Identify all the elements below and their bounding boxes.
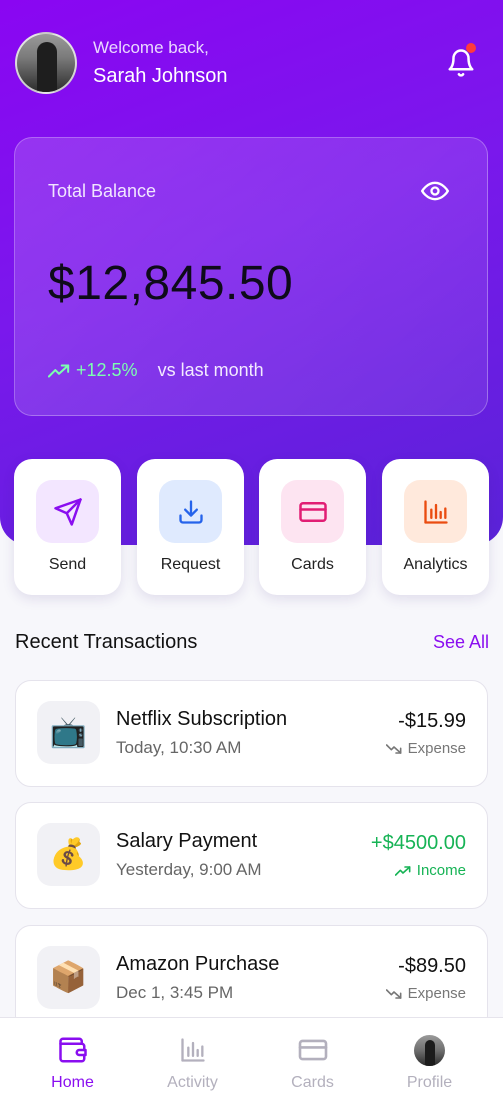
balance-label: Total Balance [48, 181, 157, 201]
eye-icon [421, 181, 449, 201]
send-button[interactable]: Send [14, 459, 121, 595]
header: Welcome back, Sarah Johnson [15, 32, 488, 96]
package-icon: 📦 [37, 946, 100, 1009]
bar-chart-icon [423, 499, 448, 524]
balance-card: Total Balance $12,845.50 +12.5% vs last … [14, 137, 488, 416]
nav-cards-icon-wrap [297, 1035, 329, 1065]
transaction-time: Dec 1, 3:45 PM [116, 983, 234, 1002]
request-button[interactable]: Request [137, 459, 244, 595]
download-icon [178, 499, 203, 524]
nav-home-icon-wrap [57, 1035, 89, 1065]
transaction-type: Expense [385, 740, 466, 757]
transaction-name: Netflix Subscription [116, 708, 288, 730]
user-name: Sarah Johnson [93, 65, 228, 87]
wallet-icon [58, 1037, 87, 1063]
trending-down-icon [385, 988, 402, 999]
nav-activity-label: Activity [167, 1074, 218, 1091]
nav-profile[interactable]: Profile [367, 1018, 492, 1100]
nav-home[interactable]: Home [10, 1018, 135, 1100]
transaction-type: Income [394, 862, 466, 879]
send-icon [53, 497, 82, 526]
nav-profile-icon-wrap [414, 1034, 446, 1066]
welcome-text: Welcome back, [93, 38, 209, 57]
nav-cards-label: Cards [291, 1074, 334, 1091]
balance-change-percent: +12.5% [76, 360, 138, 380]
nav-cards[interactable]: Cards [250, 1018, 375, 1100]
bottom-nav: Home Activity Cards Profile [0, 1017, 503, 1100]
quick-actions: Send Request Cards Analytics [14, 459, 489, 595]
toggle-visibility-button[interactable] [421, 180, 449, 202]
card-icon [298, 1039, 327, 1061]
money-bag-icon: 💰 [37, 823, 100, 886]
transaction-row[interactable]: 📦 Amazon Purchase Dec 1, 3:45 PM -$89.50… [15, 925, 488, 1032]
nav-activity[interactable]: Activity [130, 1018, 255, 1100]
notifications-button[interactable] [444, 43, 478, 80]
transaction-time: Yesterday, 9:00 AM [116, 860, 262, 879]
cards-button[interactable]: Cards [259, 459, 366, 595]
transaction-row[interactable]: 📺 Netflix Subscription Today, 10:30 AM -… [15, 680, 488, 787]
transaction-amount: -$89.50 [398, 955, 466, 977]
transaction-time: Today, 10:30 AM [116, 738, 242, 757]
send-icon-box [36, 480, 99, 543]
transaction-name: Amazon Purchase [116, 953, 280, 975]
transaction-name: Salary Payment [116, 830, 258, 852]
transactions-section-title: Recent Transactions [15, 631, 198, 653]
cards-icon-box [281, 480, 344, 543]
transaction-type-label: Expense [407, 740, 466, 757]
nav-profile-label: Profile [406, 1074, 453, 1091]
see-all-link[interactable]: See All [433, 632, 489, 653]
analytics-label: Analytics [403, 556, 468, 573]
balance-change-note: vs last month [157, 360, 264, 380]
cards-label: Cards [291, 556, 334, 573]
balance-change: +12.5% vs last month [48, 360, 264, 381]
notification-dot [466, 43, 476, 53]
transaction-amount: -$15.99 [398, 710, 466, 732]
transaction-type-label: Income [416, 862, 466, 879]
bar-chart-icon [180, 1038, 205, 1062]
transaction-row[interactable]: 💰 Salary Payment Yesterday, 9:00 AM +$45… [15, 802, 488, 909]
nav-activity-icon-wrap [177, 1035, 209, 1065]
trending-up-icon [394, 865, 411, 876]
analytics-icon-box [404, 480, 467, 543]
transaction-amount: +$4500.00 [370, 832, 466, 854]
nav-home-label: Home [51, 1074, 94, 1091]
avatar [414, 1034, 445, 1066]
user-avatar[interactable] [15, 32, 77, 94]
card-icon [298, 501, 327, 522]
transaction-type-label: Expense [407, 985, 466, 1002]
trending-down-icon [385, 743, 402, 754]
trending-up-icon [48, 363, 70, 378]
tv-icon: 📺 [37, 701, 100, 764]
balance-amount: $12,845.50 [48, 257, 294, 310]
send-label: Send [48, 556, 87, 573]
transaction-type: Expense [385, 985, 466, 1002]
request-icon-box [159, 480, 222, 543]
request-label: Request [160, 556, 221, 573]
analytics-button[interactable]: Analytics [382, 459, 489, 595]
